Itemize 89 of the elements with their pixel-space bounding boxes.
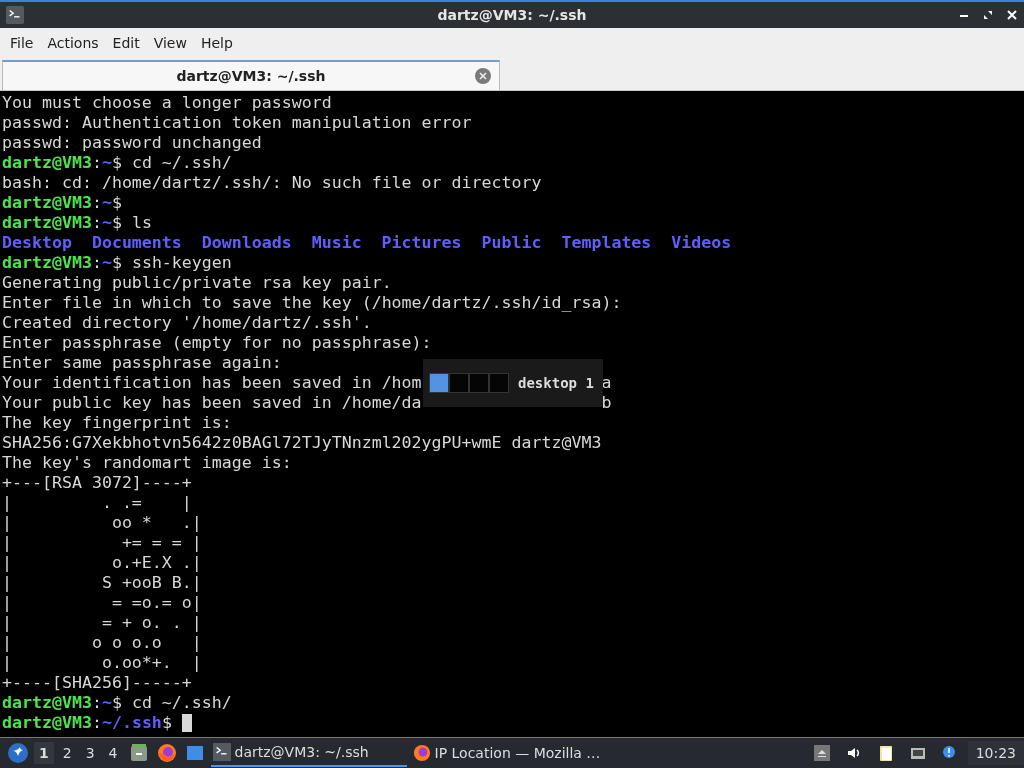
- terminal-text: $: [161, 713, 173, 733]
- desktop-button[interactable]: 3: [80, 742, 100, 764]
- terminal-text: $: [111, 193, 122, 213]
- terminal-text: | o.oo*+. |: [2, 653, 202, 673]
- directory-name: Public: [481, 233, 542, 253]
- terminal-text: :: [91, 153, 102, 173]
- window-title: dartz@VM3: ~/.ssh: [437, 7, 587, 23]
- terminal-text: Enter file in which to save the key (/home/dartz/.ssh/id_rsa):: [2, 293, 622, 313]
- terminal-text: | o o o.o |: [2, 633, 202, 653]
- terminal-icon: [6, 6, 24, 24]
- terminal-text: a: [601, 373, 612, 393]
- terminal-text: Your identification has been saved in /hom: [2, 373, 422, 393]
- terminal-text: | o.+E.X .|: [2, 553, 202, 573]
- terminal-text: $ ls: [111, 213, 152, 233]
- menu-item[interactable]: Actions: [40, 35, 106, 51]
- terminal-text: Generating public/private rsa key pair.: [2, 273, 392, 293]
- terminal-text: | += = = |: [2, 533, 202, 553]
- maximize-icon[interactable]: [982, 9, 994, 21]
- taskbar-task[interactable]: IP Location — Mozilla …: [410, 739, 607, 767]
- desktop-button[interactable]: 1: [34, 742, 54, 764]
- prompt-path: ~/.ssh: [101, 713, 162, 733]
- prompt-user: dartz@VM3: [2, 213, 92, 233]
- file-cabinet-icon[interactable]: [128, 743, 149, 763]
- browser-icon[interactable]: [156, 743, 177, 763]
- terminal-text: bash: cd: /home/dartz/.ssh/: No such file or directory: [2, 173, 542, 193]
- desktop-button[interactable]: 2: [57, 742, 77, 764]
- terminal-text: Your public key has been saved in /home/da: [2, 393, 422, 413]
- directory-name: Downloads: [201, 233, 292, 253]
- prompt-user: dartz@VM3: [2, 693, 92, 713]
- directory-name: Templates: [561, 233, 652, 253]
- terminal-text: :: [91, 693, 102, 713]
- terminal-text: | = + o. . |: [2, 613, 202, 633]
- terminal-tab[interactable]: dartz@VM3: ~/.ssh: [2, 60, 500, 90]
- eject-icon[interactable]: [813, 745, 830, 761]
- desktop-button[interactable]: 4: [103, 742, 123, 764]
- browser-icon: [412, 744, 431, 762]
- menu-item[interactable]: File: [3, 35, 41, 51]
- menu-item[interactable]: Help: [193, 35, 240, 51]
- terminal-text: :: [91, 213, 102, 233]
- text-cursor: [181, 714, 192, 732]
- terminal-text: +---[RSA 3072]----+: [2, 473, 192, 493]
- prompt-user: dartz@VM3: [2, 153, 92, 173]
- terminal-text: | S +ooB B.|: [2, 573, 202, 593]
- terminal-text: :: [91, 193, 102, 213]
- terminal-text: | . .= |: [2, 493, 192, 513]
- terminal-text: b: [601, 393, 612, 413]
- volume-icon[interactable]: [845, 745, 862, 761]
- terminal-text: Enter same passphrase again:: [2, 353, 282, 373]
- directory-name: Documents: [91, 233, 182, 253]
- terminal-text: :: [91, 713, 102, 733]
- menu-item[interactable]: View: [146, 35, 194, 51]
- terminal-text: The key's randomart image is:: [2, 453, 292, 473]
- terminal-text: +----[SHA256]-----+: [2, 673, 192, 693]
- terminal-text: $ cd ~/.ssh/: [111, 153, 232, 173]
- terminal-text: Enter passphrase (empty for no passphrase):: [2, 333, 432, 353]
- terminal-text: | oo * .|: [2, 513, 202, 533]
- start-menu-icon[interactable]: [8, 743, 28, 763]
- terminal-text: The key fingerprint is:: [2, 413, 232, 433]
- prompt-path: ~: [101, 153, 112, 173]
- terminal-text: Created directory '/home/dartz/.ssh'.: [2, 313, 372, 333]
- clock[interactable]: 10:23: [967, 741, 1024, 765]
- terminal-text: passwd: Authentication token manipulation error: [2, 113, 472, 133]
- network-icon[interactable]: [909, 745, 926, 761]
- taskbar-task[interactable]: dartz@VM3: ~/.ssh: [210, 739, 407, 767]
- terminal-text: $ ssh-keygen: [111, 253, 232, 273]
- clipboard-icon[interactable]: [877, 745, 894, 761]
- prompt-user: dartz@VM3: [2, 713, 92, 733]
- directory-name: Videos: [671, 233, 732, 253]
- menu-item[interactable]: Edit: [105, 35, 147, 51]
- prompt-user: dartz@VM3: [2, 193, 92, 213]
- terminal-text: passwd: password unchanged: [2, 133, 262, 153]
- desktop-label: desktop 1: [518, 375, 594, 391]
- terminal-text: SHA256:G7Xekbhotvn5642z0BAGl72TJyTNnzml202ygPU+wmE dartz@VM3: [2, 433, 602, 453]
- terminal-text: $ cd ~/.ssh/: [111, 693, 232, 713]
- terminal-text: | = =o.= o|: [2, 593, 202, 613]
- prompt-path: ~: [101, 693, 112, 713]
- prompt-path: ~: [101, 193, 112, 213]
- prompt-path: ~: [101, 213, 112, 233]
- desktop-icon[interactable]: [184, 743, 205, 763]
- directory-name: Pictures: [381, 233, 462, 253]
- directory-name: Desktop: [2, 233, 72, 253]
- prompt-path: ~: [101, 253, 112, 273]
- terminal-icon: [212, 743, 231, 761]
- notification-icon[interactable]: [941, 745, 958, 761]
- terminal-text: You must choose a longer password: [2, 93, 332, 113]
- close-icon[interactable]: [1006, 9, 1018, 21]
- directory-name: Music: [311, 233, 362, 253]
- terminal-text: :: [91, 253, 102, 273]
- prompt-user: dartz@VM3: [2, 253, 92, 273]
